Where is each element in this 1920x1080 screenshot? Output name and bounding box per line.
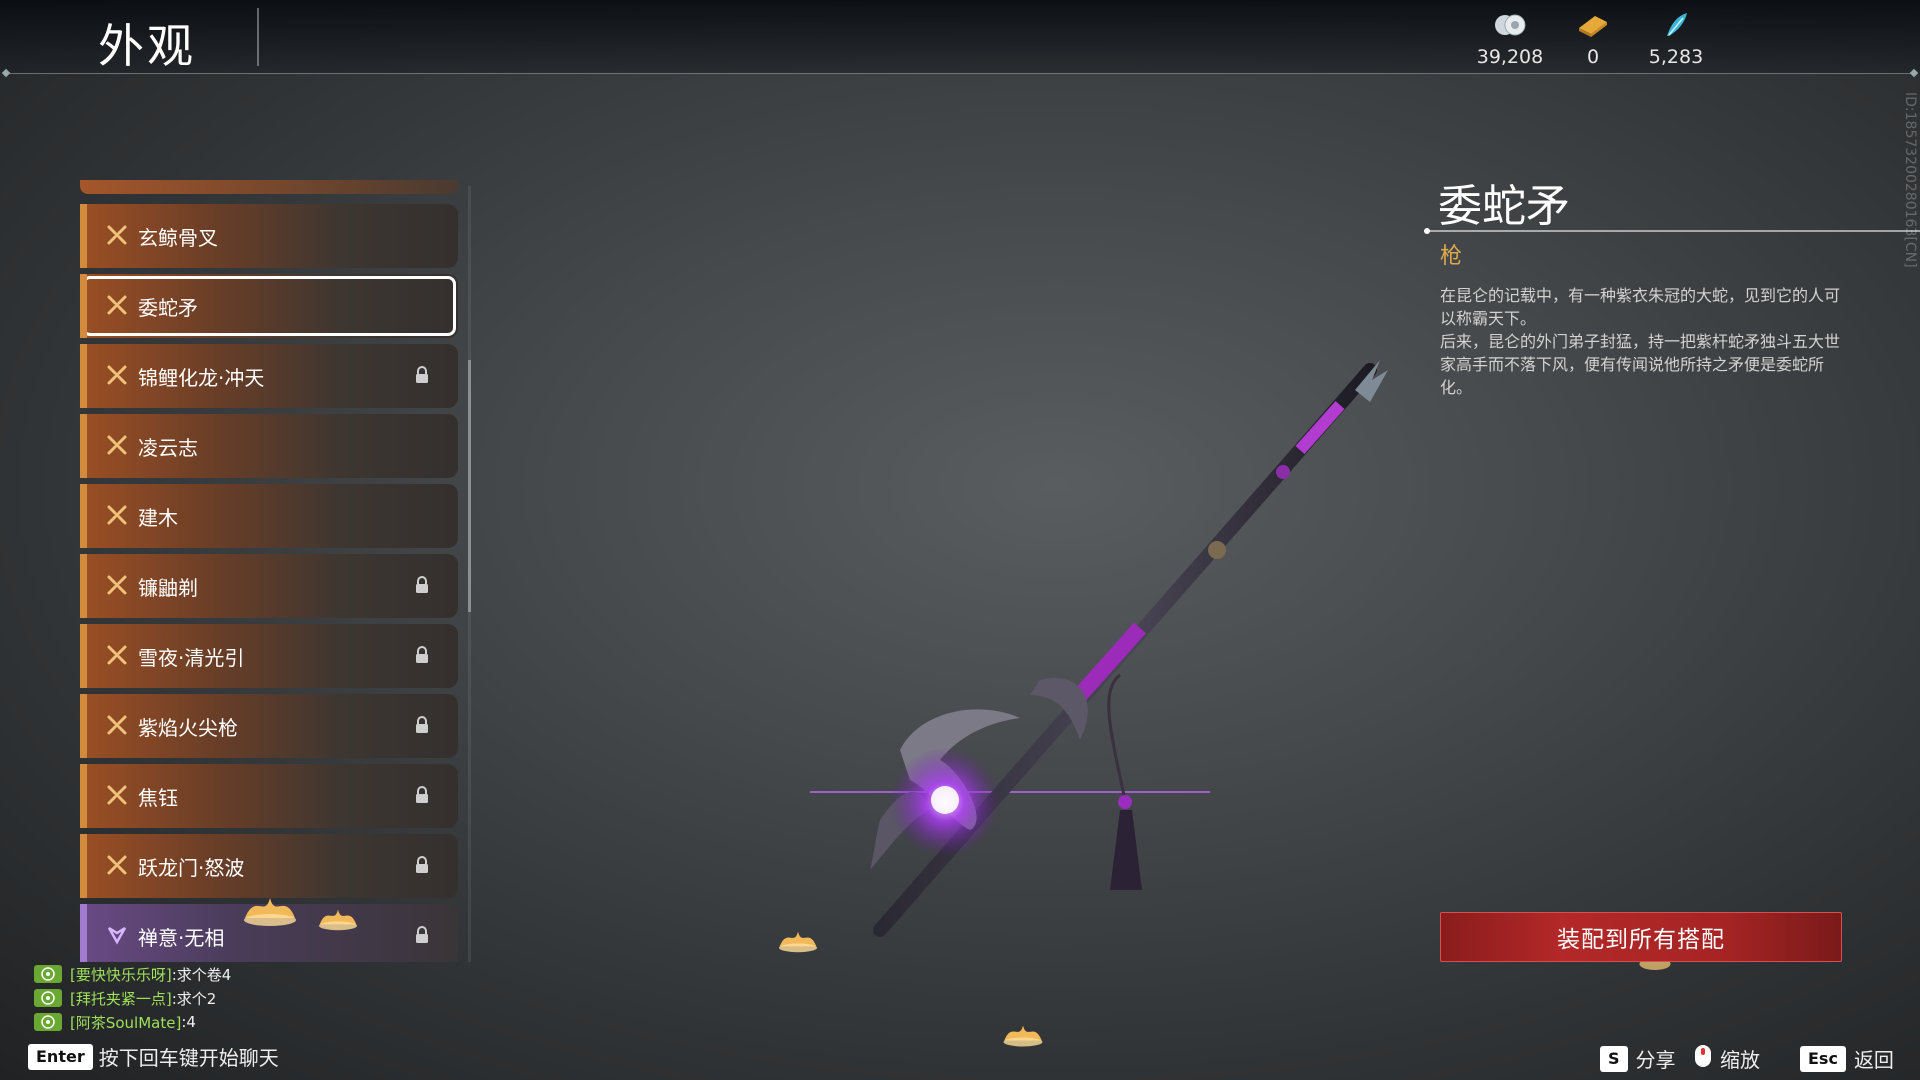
rarity-orange-icon (106, 364, 128, 386)
rarity-orange-icon (106, 784, 128, 806)
enter-hint-label: 按下回车键开始聊天 (98, 1046, 279, 1070)
lotus-lantern-icon (244, 898, 296, 926)
weapon-description: 在昆仑的记载中，有一种紫衣朱冠的大蛇，见到它的人可以称霸天下。 后来，昆仑的外门… (1440, 284, 1840, 399)
title-separator (257, 8, 259, 66)
item-label: 禅意·无相 (138, 926, 225, 950)
appearance-list[interactable]: 玄鲸骨叉委蛇矛锦鲤化龙·冲天 凌云志建木镰鼬剃雪夜·清光引 紫焰火尖枪焦钰跃龙门·怒… (80, 182, 462, 962)
back-hint[interactable]: Esc 返回 (1800, 1044, 1894, 1073)
lock-icon (414, 856, 430, 874)
lotus-lantern-icon (1003, 1025, 1043, 1047)
ticket-icon (1548, 10, 1638, 40)
lock-icon (414, 786, 430, 804)
coin-value: 39,208 (1476, 46, 1544, 68)
appearance-list-item[interactable]: 紫焰火尖枪 (80, 694, 458, 758)
appearance-list-item[interactable]: 玄鲸骨叉 (80, 204, 458, 268)
appearance-list-item[interactable]: 雪夜·清光引 (80, 624, 458, 688)
chat-sender[interactable]: [要快快乐乐呀] (70, 964, 172, 985)
item-label: 凌云志 (138, 436, 198, 460)
chat-sender[interactable]: [阿茶SoulMate] (70, 1012, 181, 1033)
esc-key[interactable]: Esc (1800, 1045, 1846, 1072)
team-icon (34, 1013, 62, 1031)
share-key[interactable]: S (1600, 1045, 1628, 1072)
description-paragraph: 后来，昆仑的外门弟子封猛，持一把紫杆蛇矛独斗五大世家高手而不落下风，便有传闻说他… (1440, 332, 1841, 397)
currency-coin: 39,208 (1465, 10, 1555, 68)
weapon-type: 枪 (1440, 244, 1463, 269)
chat-text: :4 (181, 1013, 196, 1031)
equip-all-button[interactable]: 装配到所有搭配 (1440, 912, 1842, 962)
currency-feather: 5,283 (1631, 10, 1721, 68)
item-label: 委蛇矛 (138, 296, 198, 320)
mouse-wheel-icon (1694, 1044, 1712, 1073)
item-label: 锦鲤化龙·冲天 (138, 366, 265, 390)
name-divider (1426, 230, 1920, 232)
chat-message: [要快快乐乐呀]:求个卷4 (34, 964, 231, 984)
player-id: ID:1857320028016З[CN] (1902, 92, 1918, 268)
rarity-orange-icon (106, 434, 128, 456)
feather-value: 5,283 (1648, 46, 1704, 68)
page-title: 外观 (98, 19, 196, 73)
ticket-value: 0 (1586, 46, 1600, 68)
item-label: 焦钰 (138, 786, 178, 810)
header-divider (6, 73, 1914, 74)
chat-message: [拜托夹紧一点]:求个2 (34, 988, 216, 1008)
chat-text: :求个卷4 (171, 965, 232, 984)
lotus-lantern-icon (778, 931, 818, 953)
team-icon (34, 965, 62, 983)
coin-icon (1465, 10, 1555, 40)
appearance-list-item[interactable]: 锦鲤化龙·冲天 (80, 344, 458, 408)
rarity-orange-icon (106, 224, 128, 246)
lock-icon (414, 576, 430, 594)
rarity-purple-icon (106, 924, 128, 946)
item-label: 玄鲸骨叉 (138, 226, 218, 250)
rarity-orange-icon (106, 294, 128, 316)
team-icon (34, 989, 62, 1007)
appearance-list-item[interactable]: 镰鼬剃 (80, 554, 458, 618)
appearance-list-item[interactable]: 建木 (80, 484, 458, 548)
appearance-list-item[interactable]: 焦钰 (80, 764, 458, 828)
lock-icon (414, 716, 430, 734)
chat-text: :求个2 (171, 989, 217, 1008)
appearance-list-item[interactable]: 凌云志 (80, 414, 458, 478)
zoom-hint[interactable]: 缩放 (1694, 1044, 1760, 1073)
item-label: 镰鼬剃 (138, 576, 198, 600)
chat-message: [阿茶SoulMate]:4 (34, 1012, 196, 1032)
share-hint[interactable]: S 分享 (1600, 1044, 1676, 1073)
lotus-lantern-icon (318, 909, 358, 931)
item-label: 建木 (138, 506, 178, 530)
share-label: 分享 (1635, 1048, 1676, 1072)
back-label: 返回 (1853, 1048, 1894, 1072)
currency-ticket: 0 (1548, 10, 1638, 68)
rarity-orange-icon (106, 574, 128, 596)
rarity-orange-icon (106, 644, 128, 666)
lock-icon (414, 926, 430, 944)
chat-sender[interactable]: [拜托夹紧一点] (70, 988, 172, 1009)
chat-input-hint[interactable]: Enter 按下回车键开始聊天 (28, 1042, 279, 1071)
feather-icon (1631, 10, 1721, 40)
enter-key[interactable]: Enter (28, 1043, 93, 1070)
rarity-orange-icon (106, 714, 128, 736)
description-paragraph: 在昆仑的记载中，有一种紫衣朱冠的大蛇，见到它的人可以称霸天下。 (1440, 286, 1841, 328)
rarity-orange-icon (106, 854, 128, 876)
list-scroll-thumb[interactable] (468, 360, 471, 612)
item-label: 雪夜·清光引 (138, 646, 245, 670)
appearance-list-item[interactable]: 委蛇矛 (80, 274, 458, 338)
weapon-name: 委蛇矛 (1438, 181, 1570, 232)
weapon-preview[interactable] (780, 350, 1400, 950)
zoom-label: 缩放 (1720, 1048, 1760, 1072)
item-label: 跃龙门·怒波 (138, 856, 245, 880)
item-label: 紫焰火尖枪 (138, 716, 238, 740)
lock-icon (414, 646, 430, 664)
divider-dot (1424, 228, 1430, 234)
rarity-orange-icon (106, 504, 128, 526)
lock-icon (414, 366, 430, 384)
